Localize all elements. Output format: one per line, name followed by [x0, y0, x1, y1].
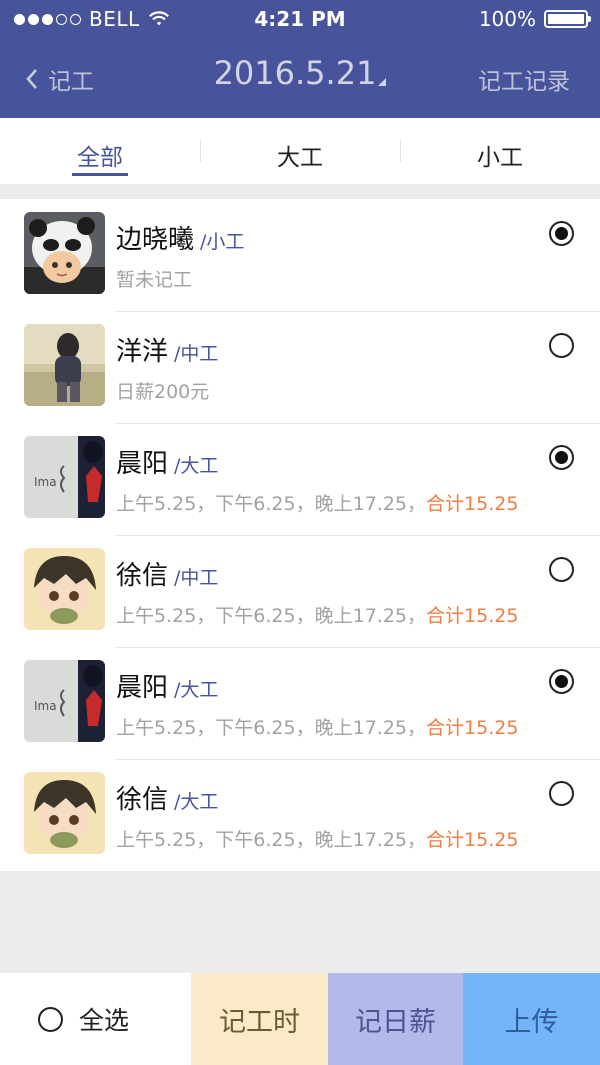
- worker-name-line: 晨阳 /大工: [116, 443, 218, 480]
- worker-name-line: 洋洋 /中工: [116, 331, 218, 368]
- tab-divider: [400, 140, 401, 162]
- tab-junior-worker[interactable]: 小工: [400, 118, 600, 184]
- worker-name: 徐信: [116, 561, 169, 591]
- list-item[interactable]: 徐信 /大工 上午5.25，下午6.25，晚上17.25，合计15.25: [0, 759, 600, 871]
- battery-percent: 100%: [478, 7, 536, 31]
- worker-name: 边晓曦: [116, 225, 195, 255]
- battery-group: 100%: [478, 7, 591, 31]
- detail-total: 合计15.25: [426, 605, 519, 627]
- worker-name: 徐信: [116, 785, 169, 815]
- list-item[interactable]: 徐信 /中工 上午5.25，下午6.25，晚上17.25，合计15.25: [0, 535, 600, 647]
- list-item[interactable]: Ima 晨阳 /大工 上午5.25，下午6.25，晚上17.25，合计15.25: [0, 647, 600, 759]
- worker-name-line: 边晓曦 /小工: [116, 219, 244, 256]
- tab-label: 小工: [477, 145, 523, 171]
- date-label: 2016.5.21: [213, 54, 377, 92]
- select-all-label: 全选: [79, 1006, 130, 1035]
- active-tab-indicator: [72, 173, 128, 176]
- anime-boy-avatar: [24, 772, 105, 854]
- worker-level: /大工: [174, 455, 219, 477]
- select-radio[interactable]: [549, 221, 574, 246]
- select-radio[interactable]: [549, 445, 574, 470]
- svg-text:Ima: Ima: [34, 475, 57, 489]
- wall-photo-avatar: Ima: [24, 660, 105, 742]
- worker-name: 晨阳: [116, 673, 169, 703]
- worker-list: 边晓曦 /小工 暂未记工 洋洋 /中工 日薪200元 Ima 晨阳 /大工 上午…: [0, 199, 600, 871]
- detail-total: 合计15.25: [426, 829, 519, 851]
- bottom-action-bar: 全选 记工时 记日薪 上传: [0, 973, 600, 1065]
- girl-photo-avatar: [24, 324, 105, 406]
- nav-bar: 记工 2016.5.21 记工记录: [0, 40, 600, 118]
- worker-level: /大工: [174, 679, 219, 701]
- detail-total: 合计15.25: [426, 493, 519, 515]
- worker-level: /大工: [174, 791, 219, 813]
- tab-all[interactable]: 全部: [0, 118, 200, 184]
- detail-text: 上午5.25，下午6.25，晚上17.25，: [116, 493, 427, 515]
- worker-detail: 上午5.25，下午6.25，晚上17.25，合计15.25: [116, 601, 518, 628]
- select-radio[interactable]: [549, 669, 574, 694]
- list-item[interactable]: Ima 晨阳 /大工 上午5.25，下午6.25，晚上17.25，合计15.25: [0, 423, 600, 535]
- tab-senior-worker[interactable]: 大工: [200, 118, 400, 184]
- detail-text: 暂未记工: [116, 269, 193, 291]
- record-hours-button[interactable]: 记工时: [191, 973, 328, 1065]
- detail-text: 上午5.25，下午6.25，晚上17.25，: [116, 829, 427, 851]
- select-radio[interactable]: [549, 781, 574, 806]
- records-link[interactable]: 记工记录: [478, 62, 570, 96]
- tab-divider: [200, 140, 201, 162]
- list-item[interactable]: 边晓曦 /小工 暂未记工: [0, 199, 600, 311]
- select-radio[interactable]: [549, 557, 574, 582]
- worker-name: 晨阳: [116, 449, 169, 479]
- record-daily-wage-button[interactable]: 记日薪: [328, 973, 463, 1065]
- upload-button[interactable]: 上传: [463, 973, 600, 1065]
- status-bar: BELL 4:21 PM 100%: [0, 0, 600, 38]
- worker-detail: 上午5.25，下午6.25，晚上17.25，合计15.25: [116, 825, 518, 852]
- select-all-radio[interactable]: [38, 1006, 63, 1032]
- worker-detail: 上午5.25，下午6.25，晚上17.25，合计15.25: [116, 489, 518, 516]
- wall-photo-avatar: Ima: [24, 436, 105, 518]
- select-radio[interactable]: [549, 333, 574, 358]
- detail-total: 合计15.25: [426, 717, 519, 739]
- worker-name: 洋洋: [116, 337, 169, 367]
- detail-text: 日薪200元: [116, 381, 210, 403]
- select-all-toggle[interactable]: 全选: [0, 973, 191, 1065]
- worker-level: /小工: [200, 231, 245, 253]
- panda-avatar: [24, 212, 105, 294]
- worker-name-line: 晨阳 /大工: [116, 667, 218, 704]
- battery-icon: [544, 10, 591, 28]
- dropdown-caret-icon: [378, 78, 387, 86]
- worker-detail: 暂未记工: [116, 265, 192, 292]
- detail-text: 上午5.25，下午6.25，晚上17.25，: [116, 605, 427, 627]
- filter-tabs: 全部 大工 小工: [0, 118, 600, 184]
- worker-detail: 日薪200元: [116, 377, 209, 404]
- anime-boy-avatar: [24, 548, 105, 630]
- worker-name-line: 徐信 /中工: [116, 555, 218, 592]
- worker-name-line: 徐信 /大工: [116, 779, 218, 816]
- list-item[interactable]: 洋洋 /中工 日薪200元: [0, 311, 600, 423]
- worker-detail: 上午5.25，下午6.25，晚上17.25，合计15.25: [116, 713, 518, 740]
- tab-label: 全部: [77, 145, 123, 171]
- detail-text: 上午5.25，下午6.25，晚上17.25，: [116, 717, 427, 739]
- worker-level: /中工: [174, 567, 219, 589]
- svg-text:Ima: Ima: [34, 699, 57, 713]
- header: BELL 4:21 PM 100% 记工 2016.5.21 记工记录: [0, 0, 600, 118]
- worker-level: /中工: [174, 343, 219, 365]
- tab-label: 大工: [277, 145, 323, 171]
